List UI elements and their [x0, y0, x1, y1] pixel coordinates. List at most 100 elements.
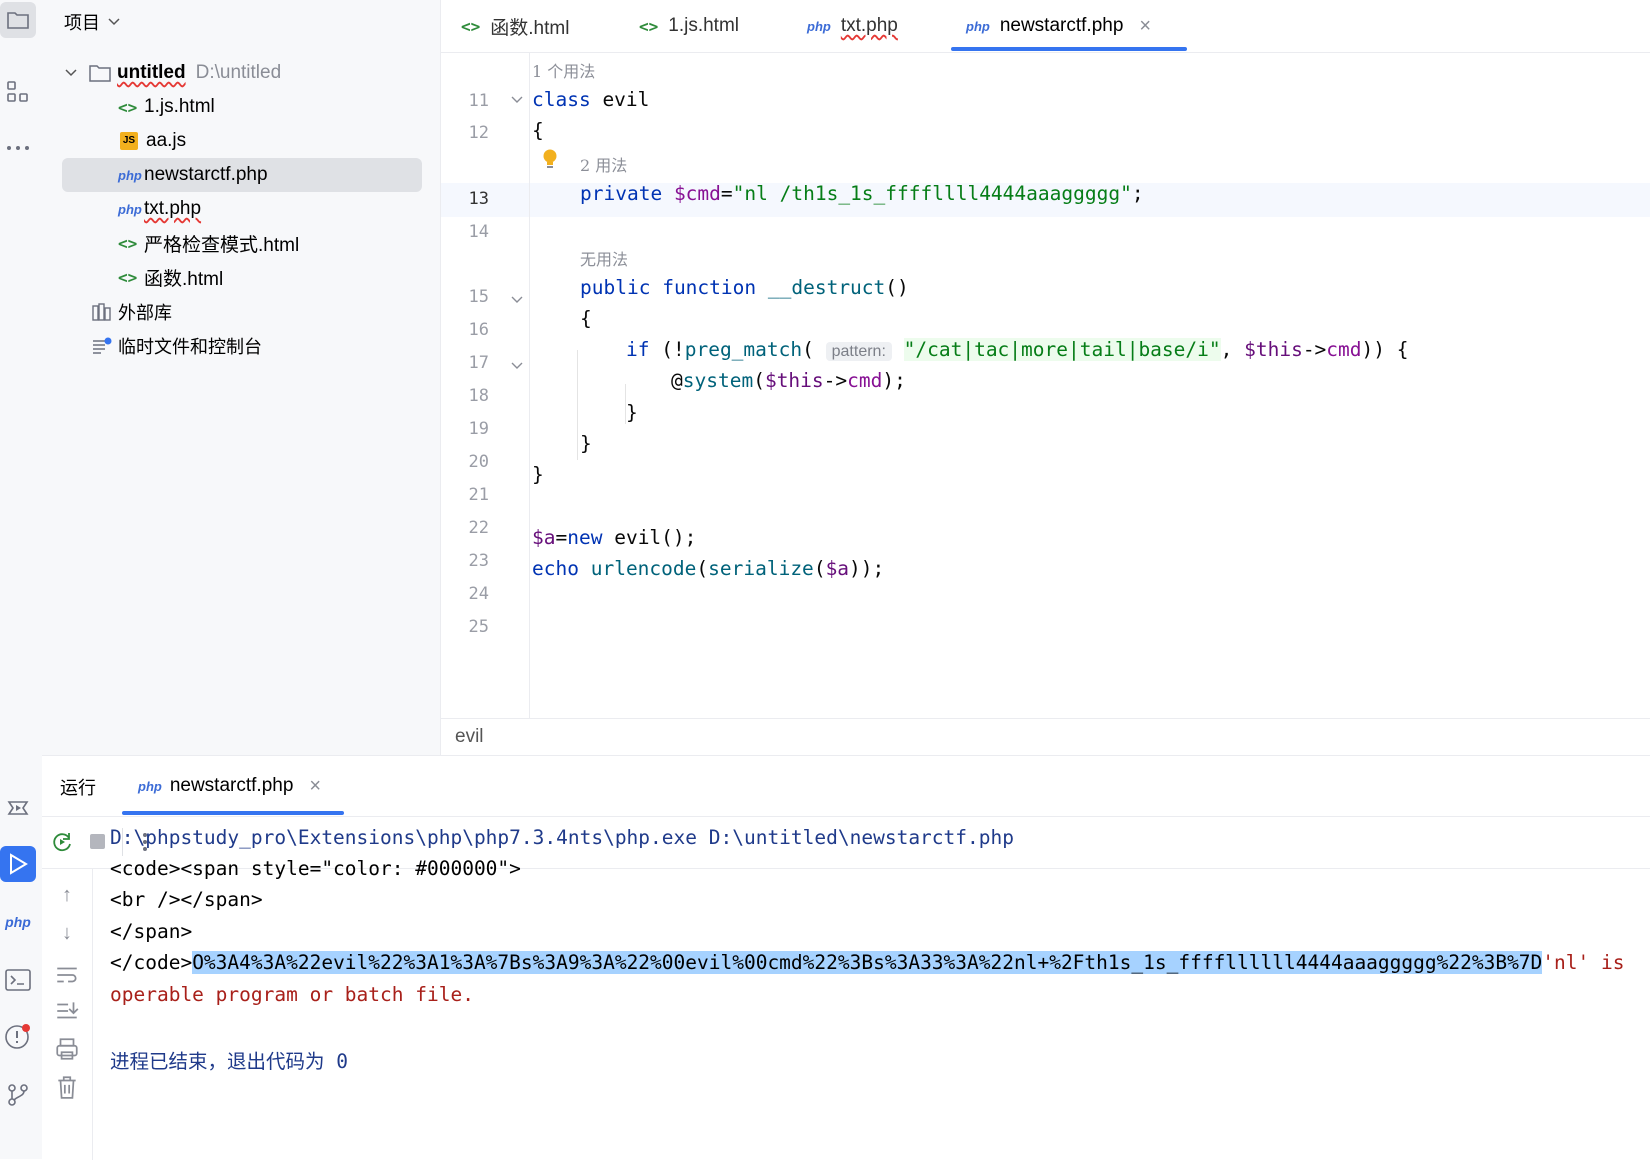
- error-text: 'nl' is: [1542, 951, 1625, 974]
- close-icon[interactable]: ×: [1139, 15, 1151, 38]
- tree-file-functions-html[interactable]: <> 函数.html: [62, 260, 422, 294]
- terminal-icon[interactable]: [0, 962, 36, 998]
- punct: ->: [823, 369, 848, 392]
- root-name: untitled: [117, 62, 186, 83]
- trash-icon[interactable]: [54, 1074, 80, 1100]
- punct: ,: [1220, 338, 1245, 361]
- variable: $a: [825, 557, 850, 580]
- run-icon[interactable]: [0, 846, 36, 882]
- services-icon[interactable]: [0, 790, 36, 826]
- html-icon: <>: [118, 233, 138, 253]
- punct: @: [671, 369, 683, 392]
- run-side-toolbar: ↑ ↓: [42, 868, 93, 1160]
- file-label: 严格检查模式.html: [144, 234, 300, 256]
- tree-root-untitled[interactable]: untitled D:\untitled: [62, 56, 422, 90]
- tree-file-txt-php[interactable]: php txt.php: [62, 192, 422, 226]
- fold-icon[interactable]: [511, 96, 523, 104]
- tab-functions-html[interactable]: <> 函数.html: [461, 0, 569, 52]
- line-number: 11: [468, 91, 489, 111]
- line-number: 17: [468, 353, 489, 373]
- print-icon[interactable]: [54, 1036, 80, 1062]
- keyword: echo: [532, 557, 579, 580]
- code-line-20: }: [580, 432, 592, 455]
- chevron-down-icon[interactable]: [65, 69, 77, 77]
- usage-hint[interactable]: 1 个用法: [532, 58, 595, 82]
- code-line-17: if (!preg_match( pattern: "/cat|tac|more…: [626, 338, 1409, 361]
- arrow-down-icon[interactable]: ↓: [54, 920, 80, 946]
- tab-txt-php[interactable]: php txt.php: [807, 0, 898, 52]
- operator: =: [555, 526, 568, 549]
- tab-label: txt.php: [840, 15, 898, 36]
- fold-icon[interactable]: [511, 296, 523, 304]
- structure-icon[interactable]: [0, 74, 36, 110]
- line-number: 21: [468, 485, 489, 505]
- line-number: 15: [468, 287, 489, 307]
- vcs-icon[interactable]: [0, 1076, 36, 1112]
- editor-tab-bar: <> 函数.html <> 1.js.html php txt.php php …: [441, 0, 1650, 53]
- punct: ->: [1302, 338, 1327, 361]
- code-line-21: }: [532, 463, 544, 486]
- close-icon[interactable]: ×: [309, 775, 321, 798]
- php-icon[interactable]: php: [0, 904, 36, 940]
- console-line: <code><span style="color: #000000">: [110, 857, 521, 880]
- punct: (: [753, 369, 765, 392]
- keyword: private: [580, 182, 663, 205]
- lightbulb-icon[interactable]: [542, 148, 558, 172]
- line-number: 20: [468, 452, 489, 472]
- variable: $this: [764, 369, 824, 392]
- file-label: 函数.html: [144, 268, 224, 290]
- code-line-12: {: [532, 119, 544, 142]
- line-number: 14: [468, 222, 489, 242]
- punct: );: [882, 369, 906, 392]
- scroll-to-end-icon[interactable]: [54, 998, 80, 1024]
- html-icon: <>: [461, 16, 481, 36]
- code-line-19: }: [626, 401, 638, 424]
- selected-output[interactable]: O%3A4%3A%22evil%22%3A1%3A%7Bs%3A9%3A%22%…: [192, 951, 1543, 974]
- expression: evil();: [602, 526, 697, 549]
- indent-guide: [577, 350, 578, 460]
- parens: (): [885, 276, 909, 299]
- tab-1js-html[interactable]: <> 1.js.html: [639, 0, 739, 52]
- arrow-up-icon[interactable]: ↑: [54, 882, 80, 908]
- breadcrumb: evil: [441, 718, 1650, 756]
- run-header: 运行 php newstarctf.php ×: [42, 756, 1650, 817]
- keyword: public: [580, 276, 651, 299]
- usage-hint[interactable]: 无用法: [580, 246, 628, 270]
- problems-icon[interactable]: [0, 1018, 36, 1054]
- tree-file-strict-mode-html[interactable]: <> 严格检查模式.html: [62, 226, 422, 260]
- external-libraries-label: 外部库: [118, 303, 172, 324]
- rerun-icon[interactable]: [50, 830, 74, 854]
- error-line: operable program or batch file.: [110, 983, 474, 1006]
- tree-scratches[interactable]: 临时文件和控制台: [62, 329, 422, 363]
- line-number: 23: [468, 551, 489, 571]
- tree-file-aa-js[interactable]: JS aa.js: [62, 124, 422, 158]
- variable: $a: [532, 526, 556, 549]
- code-line-23: $a=new evil();: [532, 526, 696, 549]
- chevron-down-icon: [108, 18, 120, 26]
- more-icon[interactable]: [0, 130, 36, 166]
- soft-wrap-icon[interactable]: [54, 962, 80, 988]
- function-name: __destruct: [767, 276, 886, 299]
- usage-hint[interactable]: 2 用法: [580, 152, 627, 176]
- breadcrumb-item[interactable]: evil: [455, 726, 484, 748]
- function-name: system: [682, 369, 754, 392]
- active-tab-indicator: [951, 47, 1187, 51]
- fold-icon[interactable]: [511, 362, 523, 370]
- keyword: function: [662, 276, 757, 299]
- tree-external-libraries[interactable]: 外部库: [62, 295, 422, 329]
- variable: $cmd: [673, 182, 721, 205]
- code-line-18: @system($this->cmd);: [671, 369, 906, 392]
- file-label: newstarctf.php: [144, 164, 268, 185]
- semicolon: ;: [1131, 182, 1144, 205]
- project-view-selector[interactable]: 项目: [64, 8, 120, 36]
- tab-label: 函数.html: [490, 17, 570, 39]
- console-line: <br /></span>: [110, 888, 263, 911]
- run-tab-newstarctf[interactable]: php newstarctf.php ×: [138, 768, 321, 804]
- tree-file-newstarctf-php[interactable]: php newstarctf.php: [62, 158, 422, 192]
- tree-file-1js-html[interactable]: <> 1.js.html: [62, 90, 422, 124]
- run-tab-label: newstarctf.php: [169, 775, 294, 796]
- folder-icon[interactable]: [0, 2, 36, 38]
- stop-icon[interactable]: [90, 834, 105, 849]
- tab-newstarctf-php[interactable]: php newstarctf.php ×: [966, 0, 1151, 52]
- active-run-tab-indicator: [122, 811, 344, 815]
